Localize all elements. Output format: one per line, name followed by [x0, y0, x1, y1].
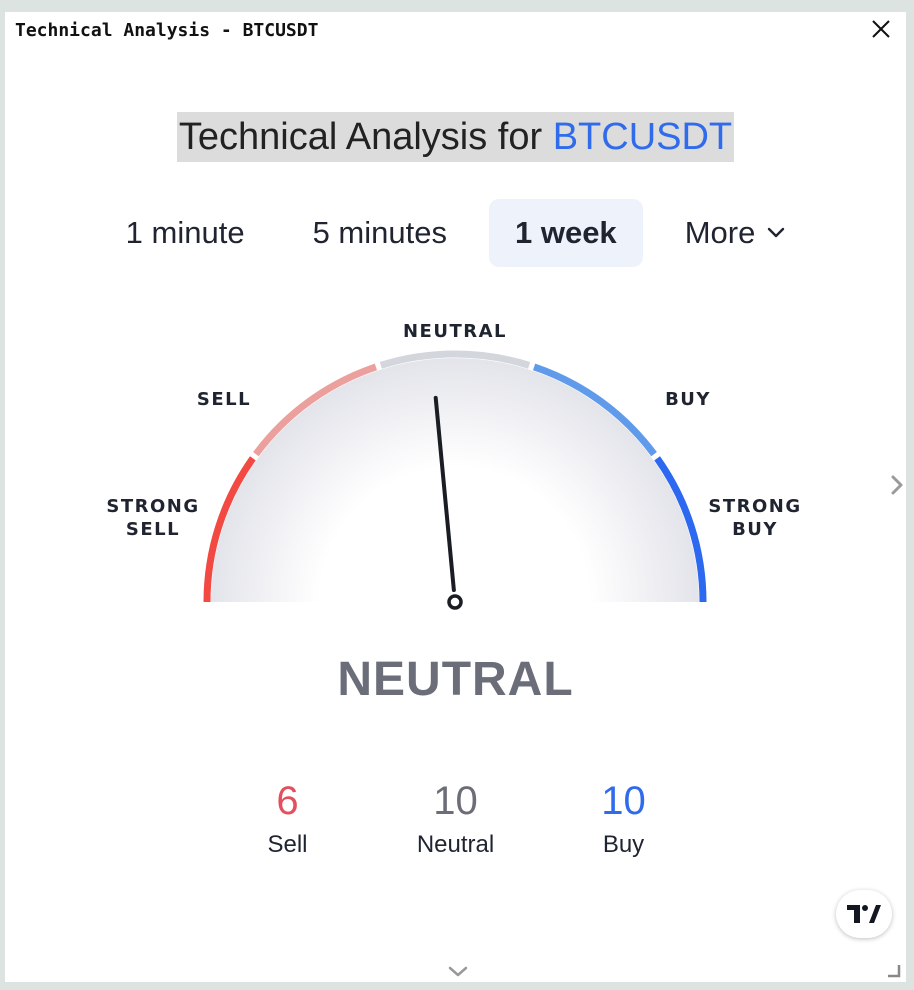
- count-sell-value: 6: [276, 779, 299, 823]
- chevron-down-icon: [448, 966, 468, 977]
- count-sell: 6 Sell: [204, 777, 372, 859]
- count-neutral: 10 Neutral: [372, 777, 540, 859]
- close-icon: [872, 20, 890, 38]
- chevron-right-icon: [891, 475, 903, 495]
- heading-symbol-link[interactable]: BTCUSDT: [553, 116, 732, 158]
- label-neutral: NEUTRAL: [402, 321, 507, 342]
- label-strong-buy: STRONG BUY: [708, 496, 802, 540]
- tab-1-minute[interactable]: 1 minute: [100, 199, 271, 267]
- close-button[interactable]: [868, 16, 894, 42]
- tradingview-logo-button[interactable]: [836, 890, 892, 938]
- next-button[interactable]: [885, 470, 909, 500]
- label-buy: BUY: [665, 389, 711, 410]
- count-buy-value: 10: [601, 779, 646, 823]
- gauge-svg: [203, 350, 707, 610]
- gauge: STRONG SELL SELL NEUTRAL BUY STRONG BUY: [5, 302, 906, 622]
- count-buy: 10 Buy: [540, 777, 708, 859]
- expand-button[interactable]: [445, 964, 471, 980]
- count-neutral-label: Neutral: [416, 831, 495, 858]
- label-sell: SELL: [196, 389, 252, 410]
- label-strong-sell: STRONG SELL: [106, 496, 200, 540]
- tab-5-minutes[interactable]: 5 minutes: [287, 199, 473, 267]
- tab-more-label: More: [684, 215, 756, 250]
- resize-handle[interactable]: [885, 962, 901, 978]
- count-sell-label: Sell: [267, 831, 308, 858]
- gauge-pivot: [447, 594, 463, 610]
- heading-text: Technical Analysis for BTCUSDT: [176, 112, 735, 162]
- widget-panel: Technical Analysis - BTCUSDT Technical A…: [5, 12, 906, 982]
- count-neutral-value: 10: [433, 779, 478, 823]
- heading-prefix: Technical Analysis for: [178, 116, 553, 158]
- gauge-face: [211, 358, 699, 602]
- summary-verdict: NEUTRAL: [337, 653, 574, 706]
- tradingview-logo-icon: [847, 905, 881, 923]
- tab-more[interactable]: More: [659, 199, 812, 267]
- resize-icon: [888, 965, 901, 978]
- interval-tabs: 1 minute 5 minutes 1 week More: [5, 199, 906, 267]
- tab-1-week[interactable]: 1 week: [488, 199, 643, 267]
- count-buy-label: Buy: [602, 831, 645, 858]
- signal-counts: 6 Sell 10 Neutral 10 Buy: [5, 777, 906, 859]
- window-title: Technical Analysis - BTCUSDT: [15, 20, 319, 41]
- chevron-down-icon: [768, 227, 785, 238]
- analysis-heading: Technical Analysis for BTCUSDT: [5, 112, 906, 162]
